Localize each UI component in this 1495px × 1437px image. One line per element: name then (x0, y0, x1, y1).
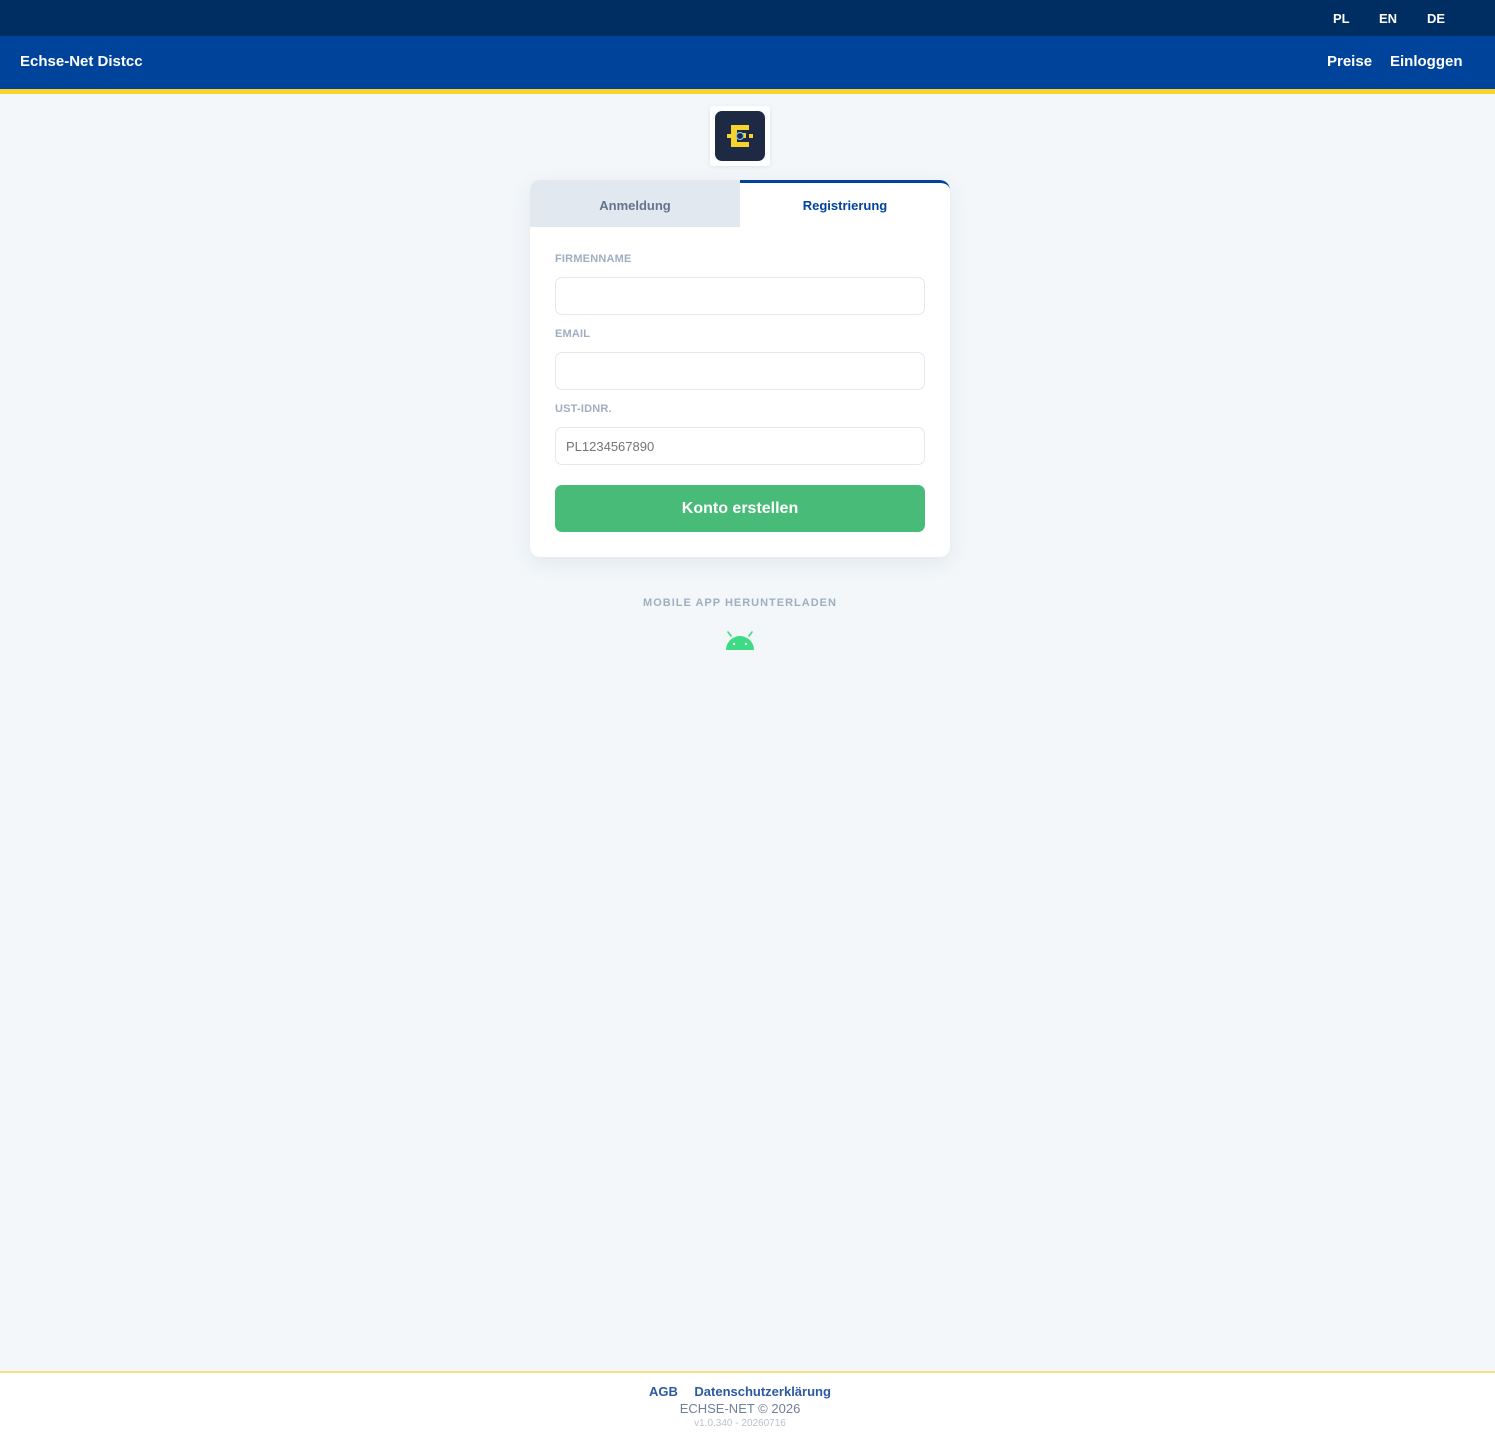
privacy-link[interactable]: Datenschutzerklärung (694, 1384, 831, 1399)
tab-login[interactable]: Anmeldung (530, 180, 740, 227)
terms-link[interactable]: AGB (649, 1384, 678, 1399)
top-language-bar: PL EN DE (0, 0, 1495, 36)
email-input[interactable] (555, 352, 925, 390)
language-pl[interactable]: PL (1333, 11, 1350, 26)
app-logo (710, 106, 770, 166)
auth-card: Anmeldung Registrierung FIRMENNAME EMAIL… (530, 180, 950, 557)
version-text: v1.0.340 - 20260716 (694, 1418, 786, 1429)
create-account-button[interactable]: Konto erstellen (555, 485, 925, 532)
company-name-label: FIRMENNAME (555, 253, 632, 265)
android-icon[interactable] (724, 630, 756, 652)
company-name-input[interactable] (555, 277, 925, 315)
vat-id-input[interactable] (555, 427, 925, 465)
echse-logo-icon (715, 111, 765, 161)
main-navbar: Echse-Net Distcc Preise Einloggen (0, 36, 1495, 94)
language-de[interactable]: DE (1427, 11, 1445, 26)
email-label: EMAIL (555, 328, 591, 340)
page-footer: AGB Datenschutzerklärung ECHSE-NET © 202… (0, 1371, 1495, 1437)
nav-pricing-link[interactable]: Preise (1327, 53, 1372, 70)
brand-title[interactable]: Echse-Net Distcc (20, 53, 143, 70)
copyright-text: ECHSE-NET © 2026 (679, 1401, 801, 1416)
nav-login-link[interactable]: Einloggen (1390, 53, 1463, 70)
vat-id-label: UST-IDNR. (555, 403, 612, 415)
language-en[interactable]: EN (1379, 11, 1397, 26)
mobile-app-title: MOBILE APP HERUNTERLADEN (643, 597, 837, 609)
footer-links: AGB Datenschutzerklärung (0, 1383, 1480, 1401)
tab-register[interactable]: Registrierung (740, 180, 950, 227)
